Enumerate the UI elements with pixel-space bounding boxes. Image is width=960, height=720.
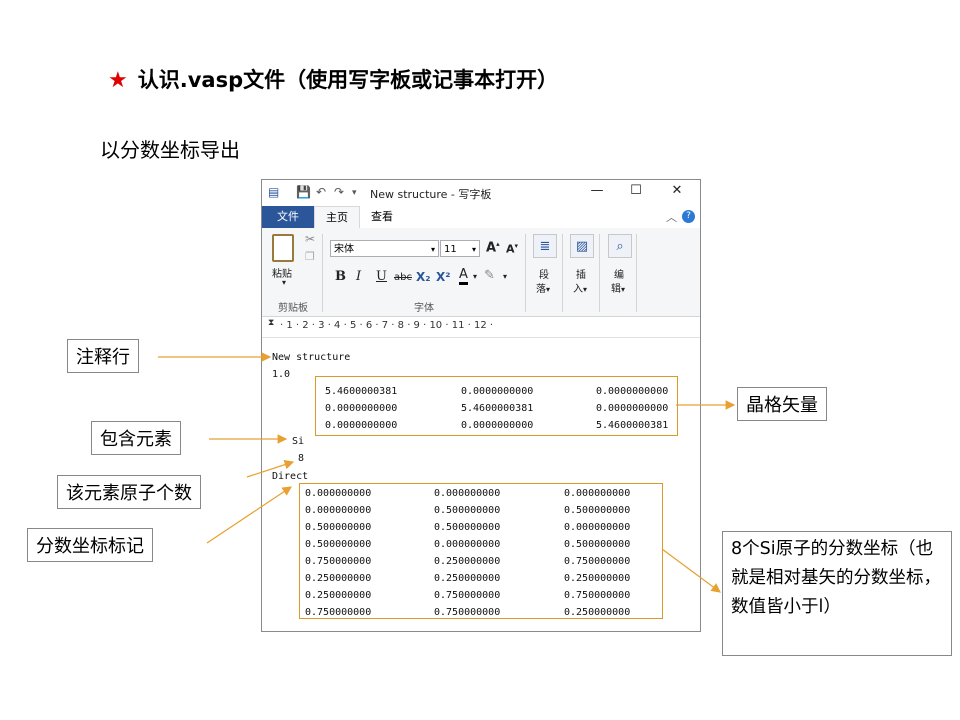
arrow-mode xyxy=(206,486,292,544)
annotation-arrows xyxy=(158,352,736,593)
arrow-positions xyxy=(661,548,721,593)
arrow-count xyxy=(246,460,295,478)
